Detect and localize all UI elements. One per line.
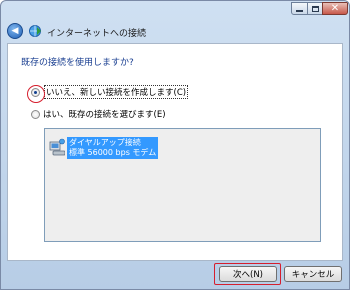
maximize-icon (311, 5, 319, 12)
connection-text: ダイヤルアップ接続 標準 56000 bps モデム (67, 137, 159, 159)
option-create-new-label: いいえ、新しい接続を作成します(C) (44, 85, 189, 99)
maximize-button[interactable] (307, 2, 323, 15)
button-bar: 次へ(N) キャンセル (1, 263, 349, 289)
highlight-circle (27, 84, 45, 103)
connection-name: ダイヤルアップ接続 (69, 138, 141, 147)
connection-list[interactable]: ダイヤルアップ接続 標準 56000 bps モデム (44, 128, 321, 242)
minimize-button[interactable] (291, 2, 308, 15)
minimize-icon (296, 10, 303, 12)
radio-create-new[interactable] (27, 84, 45, 103)
back-button[interactable]: ◀ (7, 23, 23, 39)
cancel-button[interactable]: キャンセル (284, 266, 342, 282)
question-heading: 既存の接続を使用しますか? (21, 58, 134, 68)
close-icon: ✕ (330, 2, 340, 14)
option-use-existing[interactable]: はい、既存の接続を選びます(E) (31, 108, 166, 120)
dialup-connection-icon (49, 138, 65, 156)
option-use-existing-label: はい、既存の接続を選びます(E) (43, 110, 166, 120)
radio-use-existing[interactable] (31, 109, 40, 119)
dialog-window: ✕ ◀ インターネットへの接続 既存の接続を使用しますか? いいえ、新しい接続を… (0, 0, 350, 290)
back-arrow-icon: ◀ (11, 25, 19, 36)
title-bar: ✕ ◀ インターネットへの接続 (1, 1, 349, 39)
next-button[interactable]: 次へ(N) (219, 266, 277, 282)
internet-connection-icon (29, 25, 41, 37)
option-create-new[interactable]: いいえ、新しい接続を作成します(C) (27, 84, 189, 103)
close-button[interactable]: ✕ (322, 2, 348, 15)
list-item[interactable]: ダイヤルアップ接続 標準 56000 bps モデム (49, 137, 159, 159)
connection-detail: 標準 56000 bps モデム (69, 148, 157, 157)
content-panel: 既存の接続を使用しますか? いいえ、新しい接続を作成します(C) はい、既存の接… (7, 43, 343, 261)
window-title: インターネットへの接続 (47, 29, 147, 39)
